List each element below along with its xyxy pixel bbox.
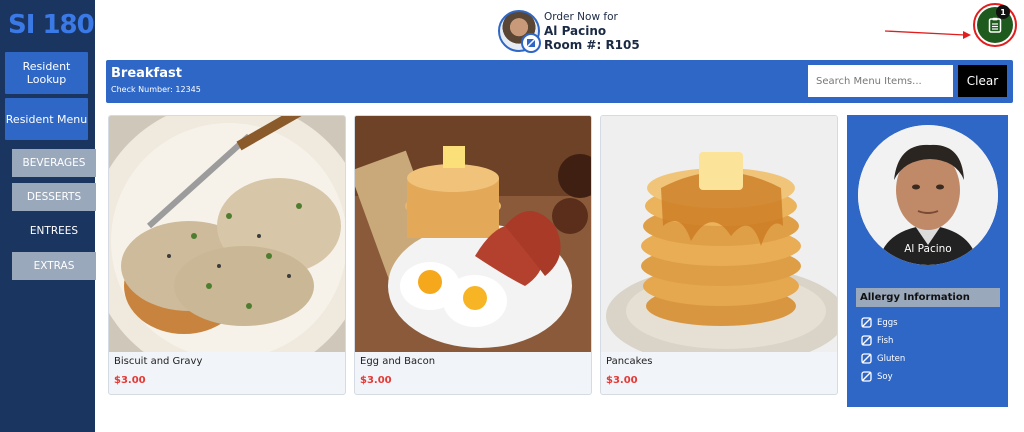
allergy-label: Soy: [877, 371, 893, 382]
room-number: Room #: R105: [544, 37, 640, 52]
allergy-label: Gluten: [877, 353, 906, 364]
cart-highlight: [973, 3, 1017, 47]
menu-title: Breakfast: [111, 66, 182, 81]
pancakes-image: [601, 116, 837, 352]
item-name: Pancakes: [606, 356, 653, 367]
allergy-title: Allergy Information: [856, 288, 1000, 307]
category-entrees[interactable]: ENTREES: [12, 217, 96, 245]
category-desserts[interactable]: DESSERTS: [12, 183, 96, 211]
allergy-icon: [861, 353, 872, 364]
check-number: Check Number: 12345: [111, 85, 201, 94]
app-logo: SI 180: [8, 10, 95, 40]
clear-button[interactable]: Clear: [958, 65, 1007, 97]
sidebar: SI 180 Resident Lookup Resident Menu BEV…: [0, 0, 96, 432]
allergy-label: Eggs: [877, 317, 898, 328]
resident-panel: Al Pacino Allergy Information Eggs Fish …: [847, 115, 1008, 407]
allergy-label: Fish: [877, 335, 894, 346]
item-name: Egg and Bacon: [360, 356, 436, 367]
allergy-item: Eggs: [861, 317, 898, 328]
biscuit-gravy-image: [109, 116, 345, 352]
allergy-item: Gluten: [861, 353, 905, 364]
item-name: Biscuit and Gravy: [114, 356, 203, 367]
menu-bar: Breakfast Check Number: 12345 Clear: [106, 60, 1013, 103]
allergy-icon: [861, 317, 872, 328]
resident-name: Al Pacino: [544, 23, 607, 38]
resident-lookup-button[interactable]: Resident Lookup: [5, 52, 88, 94]
category-extras[interactable]: EXTRAS: [12, 252, 96, 280]
menu-item-card[interactable]: Biscuit and Gravy $3.00: [108, 115, 346, 395]
item-price: $3.00: [114, 375, 146, 386]
resident-photo: Al Pacino: [858, 125, 998, 265]
allergy-item: Fish: [861, 335, 893, 346]
menu-item-card[interactable]: Pancakes $3.00: [600, 115, 838, 395]
search-input[interactable]: [808, 65, 953, 97]
clipboard-icon: [988, 17, 1002, 33]
resident-menu-button[interactable]: Resident Menu: [5, 98, 88, 140]
order-now-label: Order Now for: [544, 10, 618, 23]
egg-bacon-image: [355, 116, 591, 352]
category-beverages[interactable]: BEVERAGES: [12, 149, 96, 177]
allergy-icon: [861, 371, 872, 382]
order-header: Order Now for Al Pacino Room #: R105: [498, 8, 640, 54]
cart-count-badge: 1: [996, 5, 1010, 19]
allergy-item: Soy: [861, 371, 893, 382]
item-price: $3.00: [360, 375, 392, 386]
allergy-icon: [861, 335, 872, 346]
resident-photo-name: Al Pacino: [904, 243, 952, 255]
diet-badge-icon: [521, 33, 541, 53]
resident-avatar: [498, 10, 541, 53]
menu-item-card[interactable]: Egg and Bacon $3.00: [354, 115, 592, 395]
item-price: $3.00: [606, 375, 638, 386]
annotation-arrow: [885, 30, 971, 39]
